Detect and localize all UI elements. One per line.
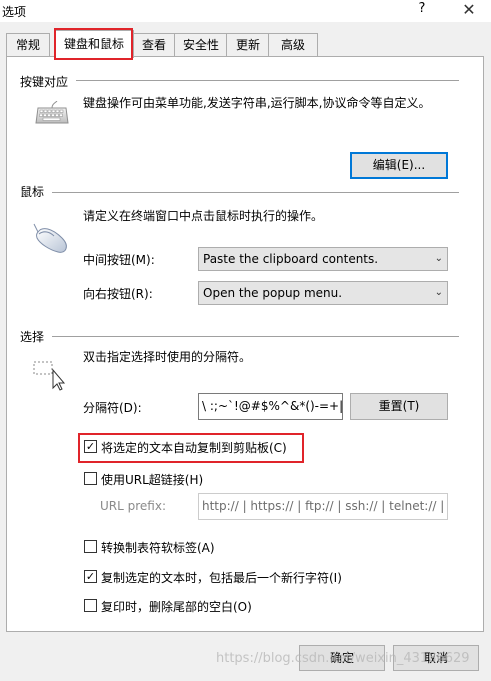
auto-copy-checkbox[interactable]: ✓ [84,440,97,453]
help-button[interactable]: ? [412,1,432,19]
tab-keyboard-mouse[interactable]: 键盘和鼠标 [54,30,134,58]
copy-newline-checkbox[interactable]: ✓ [84,570,97,583]
copy-newline-label[interactable]: 复制选定的文本时，包括最后一个新行字符(I) [101,569,342,586]
separator-keyboard [76,80,459,82]
mouse-icon [32,222,72,259]
keyboard-icon [35,100,69,130]
selection-cursor-icon [32,358,68,395]
tab-security[interactable]: 安全性 [174,33,228,56]
selection-description: 双击指定选择时使用的分隔符。 [83,350,252,364]
section-mouse: 鼠标 [20,185,45,199]
delimiter-label: 分隔符(D): [83,401,142,415]
mouse-description: 请定义在终端窗口中点击鼠标时执行的操作。 [83,209,324,223]
middle-button-select[interactable]: Paste the clipboard contents. ⌄ [198,247,448,271]
close-button[interactable]: ✕ [456,0,482,20]
title-bar: 选项 ? ✕ [0,0,491,22]
url-link-checkbox[interactable] [84,472,97,485]
url-prefix-label: URL prefix: [100,499,166,513]
chevron-down-icon: ⌄ [434,253,443,264]
keyboard-description: 键盘操作可由菜单功能,发送字符串,运行脚本,协议命令等自定义。 [83,96,431,110]
tab-update[interactable]: 更新 [226,33,270,56]
tab-advanced[interactable]: 高级 [268,33,318,56]
url-link-label[interactable]: 使用URL超链接(H) [101,471,203,488]
trim-trailing-label[interactable]: 复印时，删除尾部的空白(O) [101,598,252,615]
window-title: 选项 [2,5,27,19]
right-button-select[interactable]: Open the popup menu. ⌄ [198,281,448,305]
reset-button[interactable]: 重置(T) [350,393,448,420]
auto-copy-label[interactable]: 将选定的文本自动复制到剪贴板(C) [101,439,287,456]
trim-trailing-checkbox[interactable] [84,599,97,612]
right-button-value: Open the popup menu. [203,286,343,300]
middle-button-label: 中间按钮(M): [83,253,155,267]
tab-general[interactable]: 常规 [6,33,50,56]
tab-panel [6,56,484,632]
delimiter-input[interactable]: \ :;~`!@#$%^&*()-=+|[]{} [198,393,343,420]
middle-button-value: Paste the clipboard contents. [203,252,379,266]
chevron-down-icon: ⌄ [434,287,443,298]
section-selection: 选择 [20,330,45,344]
watermark-text: https://blog.csdn.net/weixin_43186629 [216,651,470,666]
tab-to-space-checkbox[interactable] [84,540,97,553]
tab-view[interactable]: 查看 [132,33,176,56]
separator-selection [52,336,459,338]
tab-to-space-label[interactable]: 转换制表符软标签(A) [101,539,215,556]
separator-mouse [52,192,459,194]
right-button-label: 向右按钮(R): [83,287,153,301]
section-keyboard: 按键对应 [20,75,69,89]
url-prefix-input[interactable]: http:// | https:// | ftp:// | ssh:// | t… [198,493,448,520]
edit-button[interactable]: 编辑(E)... [350,152,448,179]
